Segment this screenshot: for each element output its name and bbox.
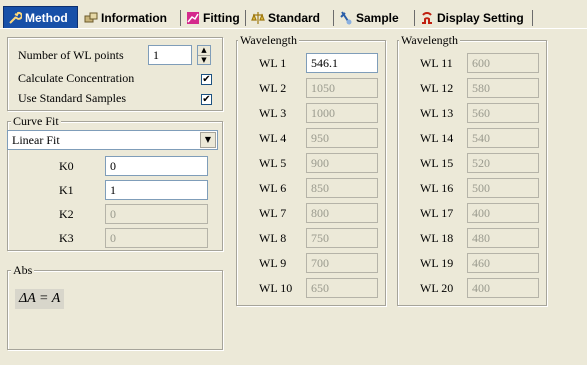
wl-input[interactable]: 460 [467,253,539,273]
wl-label: WL 5 [259,156,287,170]
wl-label: WL 19 [420,256,454,270]
wl-input[interactable]: 400 [467,203,539,223]
abs-legend: Abs [11,263,35,278]
wl-input[interactable]: 1050 [306,78,378,98]
wl-input[interactable]: 520 [467,153,539,173]
wl-label: WL 16 [420,181,454,195]
calc-conc-checkbox[interactable]: ✔ [201,74,212,85]
chevron-down-icon[interactable]: ▼ [200,132,216,148]
wl-input[interactable]: 700 [306,253,378,273]
curve-fit-group: Curve Fit Linear Fit ▼ K0 0 K1 1 K2 0 K3… [7,114,223,251]
wl-input[interactable]: 560 [467,103,539,123]
wl-label: WL 7 [259,206,287,220]
wl-label: WL 3 [259,106,287,120]
k1-input[interactable]: 1 [105,180,208,200]
k3-input[interactable]: 0 [105,228,208,248]
wavelength-group-right: Wavelength WL 11 600 WL 12 580 WL 13 560 WL 14… [397,33,547,306]
wl-input[interactable]: 600 [467,53,539,73]
k1-label: K1 [59,183,74,197]
wl-input[interactable]: 750 [306,228,378,248]
tab-standard[interactable]: Standard [247,8,332,28]
curve-fit-select[interactable]: Linear Fit ▼ [7,130,218,150]
tab-separator [414,10,415,26]
tab-sample-label: Sample [356,11,399,25]
k2-label: K2 [59,207,74,221]
settings-panel: Number of WL points 1 ▲ ▼ Calculate Conc… [7,37,223,111]
wl-input[interactable]: 1000 [306,103,378,123]
wl-label: WL 18 [420,231,454,245]
k3-label: K3 [59,231,74,245]
tab-separator [245,10,246,26]
tab-fitting-label: Fitting [203,11,240,25]
wl-input[interactable]: 500 [467,178,539,198]
abs-group: Abs ΔA = A [7,263,223,350]
tab-standard-label: Standard [268,11,321,25]
tab-separator [180,10,181,26]
num-wl-spinner[interactable]: ▲ ▼ [197,45,211,65]
k0-label: K0 [59,159,74,173]
abs-formula: ΔA = A [15,289,65,309]
wl-label: WL 20 [420,281,454,295]
wl-label: WL 2 [259,81,287,95]
wl-label: WL 8 [259,231,287,245]
wl-label: WL 1 [259,56,287,70]
k2-input[interactable]: 0 [105,204,208,224]
tab-information-label: Information [101,11,167,25]
tab-information[interactable]: Information [80,8,179,28]
tab-method[interactable]: Method [3,6,78,28]
sample-icon [340,11,352,25]
tab-separator [333,10,334,26]
curve-fit-legend: Curve Fit [11,114,61,129]
tab-bar: Method Information Fitting Standard Samp… [0,0,587,29]
use-std-checkbox[interactable]: ✔ [201,94,212,105]
wl-label: WL 17 [420,206,454,220]
spin-up-icon[interactable]: ▲ [198,46,210,56]
wl-input[interactable]: 800 [306,203,378,223]
use-std-label: Use Standard Samples [18,91,126,105]
wl-input[interactable]: 650 [306,278,378,298]
info-icon [84,12,98,23]
spin-down-icon[interactable]: ▼ [198,56,210,65]
wl-input[interactable]: 540 [467,128,539,148]
display-icon [422,12,432,24]
tab-separator [532,10,533,26]
chart-icon [187,12,199,24]
num-wl-label: Number of WL points [18,48,124,62]
tab-display-setting[interactable]: Display Setting [416,8,531,28]
wavelength-group-left: Wavelength WL 1 546.1 WL 2 1050 WL 3 1000 WL 4… [236,33,386,306]
wl-label: WL 6 [259,181,287,195]
wl-input[interactable]: 950 [306,128,378,148]
wl-input[interactable]: 580 [467,78,539,98]
wl-label: WL 15 [420,156,454,170]
wavelength-legend-left: Wavelength [238,33,300,48]
tab-method-label: Method [25,10,68,25]
curve-fit-selected: Linear Fit [12,133,60,147]
wl-input[interactable]: 546.1 [306,53,378,73]
tab-fitting[interactable]: Fitting [182,8,244,28]
wrench-icon [9,11,22,24]
wl-input[interactable]: 850 [306,178,378,198]
calc-conc-label: Calculate Concentration [18,71,135,85]
wl-input[interactable]: 900 [306,153,378,173]
wl-label: WL 9 [259,256,287,270]
wl-label: WL 12 [420,81,454,95]
wl-label: WL 10 [259,281,293,295]
k0-input[interactable]: 0 [105,156,208,176]
tab-display-setting-label: Display Setting [437,11,524,25]
wavelength-legend-right: Wavelength [399,33,461,48]
wl-label: WL 13 [420,106,454,120]
wl-label: WL 14 [420,131,454,145]
wl-label: WL 11 [420,56,453,70]
wl-label: WL 4 [259,131,287,145]
standard-icon [251,12,265,24]
wl-input[interactable]: 480 [467,228,539,248]
wl-input[interactable]: 400 [467,278,539,298]
num-wl-input[interactable]: 1 [148,45,192,65]
tab-sample[interactable]: Sample [335,8,413,28]
